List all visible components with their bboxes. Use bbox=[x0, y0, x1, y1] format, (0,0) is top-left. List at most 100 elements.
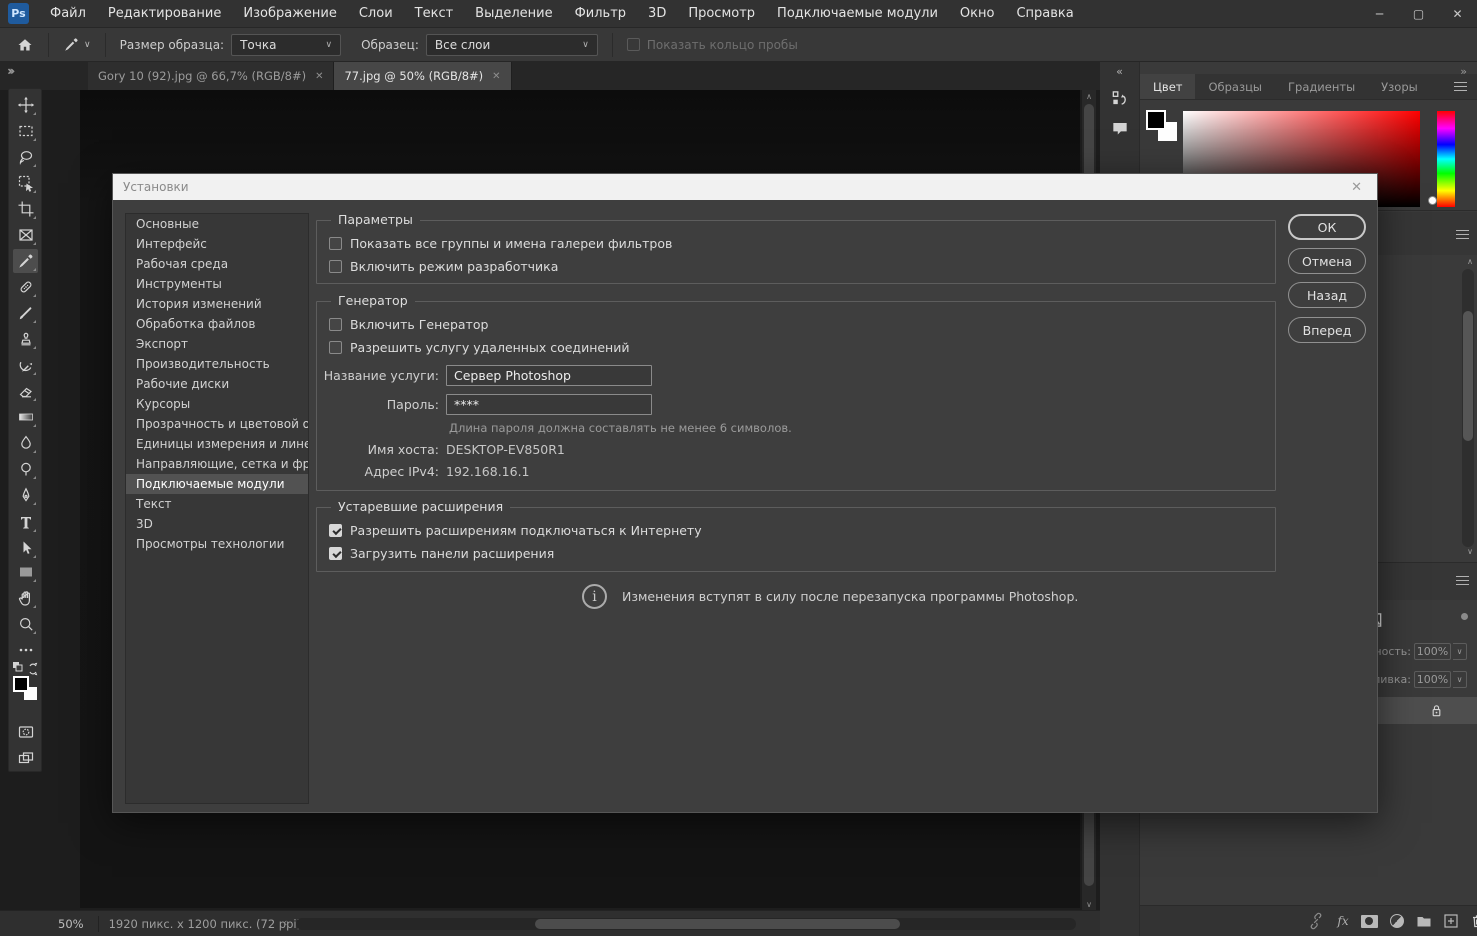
minimize-button[interactable]: ─ bbox=[1360, 0, 1399, 28]
checkbox-option[interactable]: Разрешить расширениям подключаться к Инт… bbox=[317, 519, 1275, 542]
zoom-tool[interactable] bbox=[13, 612, 38, 636]
menu-6[interactable]: Фильтр bbox=[564, 0, 637, 28]
panel-tab-узоры[interactable]: Узоры bbox=[1368, 74, 1431, 99]
checkbox-icon[interactable] bbox=[329, 237, 342, 250]
foreground-color-swatch[interactable] bbox=[13, 676, 29, 692]
hue-slider-marker[interactable] bbox=[1428, 196, 1437, 205]
type-tool[interactable] bbox=[13, 510, 38, 534]
menu-11[interactable]: Справка bbox=[1005, 0, 1084, 28]
eraser-tool[interactable] bbox=[13, 379, 38, 403]
checkbox-icon[interactable] bbox=[626, 38, 640, 51]
scroll-left-icon[interactable]: ‹ bbox=[283, 916, 287, 929]
close-button[interactable]: ✕ bbox=[1438, 0, 1477, 28]
tab-close-icon[interactable]: ✕ bbox=[492, 71, 500, 82]
toolbar-collapse-icon[interactable]: » bbox=[7, 64, 14, 78]
sidebar-item[interactable]: Направляющие, сетка и фрагменты bbox=[126, 454, 308, 474]
maximize-button[interactable]: ▢ bbox=[1399, 0, 1438, 28]
crop-tool[interactable] bbox=[13, 197, 38, 221]
history-brush-tool[interactable] bbox=[13, 353, 38, 377]
history-panel-icon[interactable] bbox=[1110, 88, 1130, 108]
screen-mode-button[interactable] bbox=[13, 747, 38, 771]
menu-0[interactable]: Файл bbox=[39, 0, 97, 28]
menu-10[interactable]: Окно bbox=[949, 0, 1006, 28]
menu-5[interactable]: Выделение bbox=[464, 0, 563, 28]
sidebar-item[interactable]: Производительность bbox=[126, 354, 308, 374]
menu-8[interactable]: Просмотр bbox=[677, 0, 766, 28]
scrollbar-thumb[interactable] bbox=[535, 919, 900, 929]
sample-size-select[interactable]: Точка ∨ bbox=[231, 33, 342, 56]
document-tab[interactable]: Gory 10 (92).jpg @ 66,7% (RGB/8#) ✕ bbox=[88, 62, 335, 90]
lasso-tool[interactable] bbox=[13, 145, 38, 169]
panel-menu-icon[interactable] bbox=[1454, 82, 1467, 91]
sidebar-item[interactable]: Обработка файлов bbox=[126, 314, 308, 334]
panel-menu-icon[interactable] bbox=[1456, 230, 1469, 239]
sidebar-item[interactable]: Экспорт bbox=[126, 334, 308, 354]
foreground-color-swatch[interactable] bbox=[1146, 110, 1166, 130]
quick-selection-tool[interactable] bbox=[13, 171, 38, 195]
document-tab[interactable]: 77.jpg @ 50% (RGB/8#) ✕ bbox=[334, 62, 512, 90]
hand-tool[interactable] bbox=[13, 586, 38, 610]
scrollbar-thumb[interactable] bbox=[1463, 311, 1473, 441]
chevron-down-icon[interactable]: ∨ bbox=[1453, 671, 1467, 688]
menu-4[interactable]: Текст bbox=[404, 0, 465, 28]
sidebar-item[interactable]: 3D bbox=[126, 514, 308, 534]
sidebar-item[interactable]: Рабочая среда bbox=[126, 254, 308, 274]
frame-tool[interactable] bbox=[13, 223, 38, 247]
sidebar-item[interactable]: История изменений bbox=[126, 294, 308, 314]
layer-effects-icon[interactable]: fx bbox=[1334, 912, 1352, 930]
brush-tool[interactable] bbox=[13, 301, 38, 325]
checkbox-icon[interactable] bbox=[329, 524, 342, 537]
checkbox-option[interactable]: Включить Генератор bbox=[317, 313, 1275, 336]
zoom-level-field[interactable]: 50% bbox=[58, 917, 84, 931]
sidebar-item[interactable]: Инструменты bbox=[126, 274, 308, 294]
clone-stamp-tool[interactable] bbox=[13, 327, 38, 351]
sample-select[interactable]: Все слои ∨ bbox=[425, 33, 598, 56]
checkbox-option[interactable]: Загрузить панели расширения bbox=[317, 542, 1275, 565]
spot-healing-brush-tool[interactable] bbox=[13, 275, 38, 299]
sidebar-item[interactable]: Прозрачность и цветовой охват bbox=[126, 414, 308, 434]
menu-2[interactable]: Изображение bbox=[232, 0, 347, 28]
sidebar-item[interactable]: Рабочие диски bbox=[126, 374, 308, 394]
sidebar-item[interactable]: Основные bbox=[126, 214, 308, 234]
panel-scrollbar[interactable] bbox=[1462, 269, 1474, 547]
panel-tab-образцы[interactable]: Образцы bbox=[1195, 74, 1275, 99]
menu-7[interactable]: 3D bbox=[637, 0, 677, 28]
back-button[interactable]: Назад bbox=[1288, 282, 1366, 308]
panel-tab-градиенты[interactable]: Градиенты bbox=[1275, 74, 1368, 99]
horizontal-scrollbar[interactable] bbox=[296, 918, 1076, 930]
new-group-icon[interactable] bbox=[1415, 912, 1433, 930]
scroll-up-icon[interactable]: ∧ bbox=[1467, 257, 1473, 266]
eyedropper-tool-options[interactable]: ∨ bbox=[63, 36, 91, 53]
expand-panels-icon[interactable]: « bbox=[1100, 65, 1139, 78]
fill-value[interactable]: 100% bbox=[1414, 671, 1451, 688]
cancel-button[interactable]: Отмена bbox=[1288, 248, 1366, 274]
menu-1[interactable]: Редактирование bbox=[97, 0, 232, 28]
scroll-down-icon[interactable]: ∨ bbox=[1082, 898, 1096, 910]
opacity-value[interactable]: 100% bbox=[1414, 643, 1451, 660]
checkbox-option[interactable]: Разрешить услугу удаленных соединений bbox=[317, 336, 1275, 359]
menu-9[interactable]: Подключаемые модули bbox=[766, 0, 949, 28]
tab-close-icon[interactable]: ✕ bbox=[315, 71, 323, 82]
ok-button[interactable]: ОК bbox=[1288, 214, 1366, 240]
checkbox-icon[interactable] bbox=[329, 547, 342, 560]
checkbox-icon[interactable] bbox=[329, 318, 342, 331]
menu-3[interactable]: Слои bbox=[348, 0, 404, 28]
checkbox-icon[interactable] bbox=[329, 260, 342, 273]
rectangular-marquee-tool[interactable] bbox=[13, 119, 38, 143]
checkbox-option[interactable]: Включить режим разработчика bbox=[317, 255, 1275, 278]
delete-layer-icon[interactable] bbox=[1469, 912, 1477, 930]
service-name-input[interactable]: Сервер Photoshop bbox=[446, 364, 652, 386]
sidebar-item[interactable]: Курсоры bbox=[126, 394, 308, 414]
forward-button[interactable]: Вперед bbox=[1288, 317, 1366, 343]
eyedropper-tool[interactable] bbox=[13, 249, 38, 273]
move-tool[interactable] bbox=[13, 93, 38, 117]
sidebar-item[interactable]: Интерфейс bbox=[126, 234, 308, 254]
probe-ring-checkbox[interactable]: Показать кольцо пробы bbox=[626, 38, 798, 52]
sidebar-item[interactable]: Единицы измерения и линейки bbox=[126, 434, 308, 454]
edit-toolbar-button[interactable] bbox=[13, 638, 38, 662]
chevron-down-icon[interactable]: ∨ bbox=[1453, 643, 1467, 660]
quick-mask-button[interactable] bbox=[13, 720, 38, 744]
path-selection-tool[interactable] bbox=[13, 536, 38, 560]
new-layer-icon[interactable] bbox=[1442, 912, 1460, 930]
sidebar-item[interactable]: Текст bbox=[126, 494, 308, 514]
